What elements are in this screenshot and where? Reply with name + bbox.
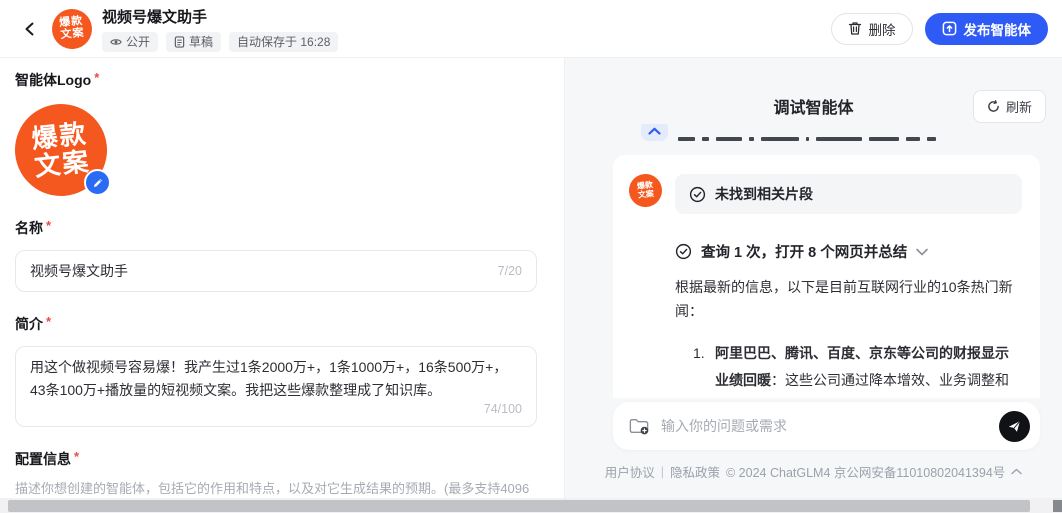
footer-chevron-up-icon[interactable]	[1011, 468, 1022, 475]
horizontal-scrollbar[interactable]	[0, 498, 1062, 513]
agent-avatar-text-2: 文案	[638, 190, 655, 200]
intro-char-counter: 74/100	[30, 399, 522, 419]
answer-intro-text: 根据最新的信息，以下是目前互联网行业的10条热门新闻：	[675, 276, 1022, 324]
debug-footer: 用户协议 | 隐私政策 © 2024 ChatGLM4 京公网安备1101080…	[565, 462, 1062, 481]
publish-agent-button[interactable]: 发布智能体	[925, 13, 1049, 45]
publish-button-label: 发布智能体	[964, 19, 1032, 39]
agent-logo-small: 爆款 文案	[50, 7, 94, 51]
retrieval-status-pill: 未找到相关片段	[675, 174, 1022, 214]
chevron-down-icon	[916, 248, 928, 256]
config-field-label: 配置信息 *	[15, 449, 536, 469]
agent-config-panel: 智能体Logo * 爆款 文案 名称 * 视频号爆文助手 7/20	[0, 58, 565, 513]
debug-panel: 调试智能体 刷新 爆款 文案	[565, 58, 1062, 513]
intro-textarea-value: 用这个做视频号容易爆！我产生过1条2000万+，1条1000万+，16条500万…	[30, 359, 507, 398]
page-title: 视频号爆文助手	[102, 6, 338, 27]
intro-field-label: 简介 *	[15, 314, 536, 334]
top-bar: 爆款 文案 视频号爆文助手 公开 草稿 自动保存于 16:28	[0, 0, 1062, 58]
footer-separator: |	[661, 465, 664, 479]
pencil-icon	[92, 177, 104, 189]
news-list: 1. 阿里巴巴、腾讯、百度、京东等公司的财报显示业绩回暖：这些公司通过降本增效、…	[693, 340, 1022, 398]
retrieval-status-text: 未找到相关片段	[715, 184, 813, 204]
terms-link[interactable]: 用户协议	[605, 462, 655, 481]
visibility-badge-label: 公开	[126, 34, 150, 50]
title-block: 视频号爆文助手 公开 草稿 自动保存于 16:28	[102, 6, 338, 52]
name-field-section: 名称 * 视频号爆文助手 7/20	[15, 218, 536, 292]
assistant-message-card: 爆款 文案 未找到相关片段 查询 1 次，打开 8 个网页并总结 根据最新的信息…	[613, 155, 1040, 398]
intro-textarea[interactable]: 用这个做视频号容易爆！我产生过1条2000万+，1条1000万+，16条500万…	[15, 346, 537, 427]
collapse-button[interactable]	[641, 124, 668, 141]
name-field-label: 名称 *	[15, 218, 536, 238]
document-icon	[174, 36, 185, 48]
agent-avatar: 爆款 文案	[627, 172, 663, 208]
debug-panel-header: 调试智能体 刷新	[565, 58, 1062, 120]
search-summary-toggle[interactable]: 查询 1 次，打开 8 个网页并总结	[675, 241, 1022, 262]
chat-scroll-area[interactable]: 爆款 文案 未找到相关片段 查询 1 次，打开 8 个网页并总结 根据最新的信息…	[565, 120, 1062, 398]
send-button[interactable]	[999, 411, 1030, 442]
delete-button[interactable]: 删除	[831, 13, 913, 45]
logo-uploader[interactable]: 爆款 文案	[15, 104, 107, 196]
logo-label-text: 智能体Logo	[15, 70, 91, 90]
copyright-text: © 2024 ChatGLM4 京公网安备11010802041394号	[726, 462, 1005, 481]
news-item-number: 1.	[693, 340, 715, 398]
edit-logo-button[interactable]	[84, 169, 111, 196]
check-circle-icon	[675, 243, 692, 260]
search-summary-text: 查询 1 次，打开 8 个网页并总结	[701, 241, 907, 262]
topbar-actions: 删除 发布智能体	[831, 13, 1049, 45]
app-window: 爆款 文案 视频号爆文助手 公开 草稿 自动保存于 16:28	[0, 0, 1062, 513]
attach-file-icon[interactable]	[629, 417, 649, 435]
chat-input-bar[interactable]: 输入你的问题或需求	[613, 402, 1040, 450]
intro-field-section: 简介 * 用这个做视频号容易爆！我产生过1条2000万+，1条1000万+，16…	[15, 314, 536, 427]
visibility-badge: 公开	[102, 32, 158, 52]
logo-field-label: 智能体Logo *	[15, 70, 536, 90]
agent-logo-text-2: 文案	[33, 147, 92, 181]
news-item-1: 1. 阿里巴巴、腾讯、百度、京东等公司的财报显示业绩回暖：这些公司通过降本增效、…	[693, 340, 1022, 398]
draft-badge: 草稿	[166, 32, 221, 52]
collapsed-message-row	[641, 124, 1062, 141]
autosave-badge-label: 自动保存于 16:28	[237, 34, 330, 50]
required-asterisk: *	[46, 219, 51, 232]
publish-icon	[942, 21, 957, 36]
back-button[interactable]	[16, 15, 44, 43]
horizontal-scrollbar-thumb[interactable]	[8, 500, 1030, 512]
draft-badge-label: 草稿	[189, 34, 213, 50]
name-input-value: 视频号爆文助手	[30, 261, 498, 281]
message-header-row: 爆款 文案 未找到相关片段	[629, 174, 1022, 214]
refresh-icon	[987, 100, 1000, 113]
required-asterisk: *	[46, 315, 51, 328]
chat-input-placeholder: 输入你的问题或需求	[661, 416, 987, 436]
refresh-button[interactable]: 刷新	[973, 90, 1046, 123]
trash-icon	[848, 21, 862, 36]
paper-plane-icon	[1007, 419, 1022, 434]
chevron-left-icon	[22, 21, 38, 37]
name-label-text: 名称	[15, 218, 43, 238]
name-input[interactable]: 视频号爆文助手 7/20	[15, 250, 537, 292]
agent-logo-text-2: 文案	[60, 27, 85, 41]
refresh-button-label: 刷新	[1006, 97, 1032, 116]
check-circle-icon	[689, 186, 706, 203]
status-badges: 公开 草稿 自动保存于 16:28	[102, 32, 338, 52]
delete-button-label: 删除	[869, 19, 896, 39]
eye-icon	[110, 36, 122, 48]
required-asterisk: *	[94, 71, 99, 84]
clipped-message-text	[678, 134, 936, 141]
required-asterisk: *	[74, 450, 79, 463]
intro-label-text: 简介	[15, 314, 43, 334]
scrollbar-corner	[1053, 500, 1062, 512]
chevron-up-icon	[648, 127, 661, 135]
privacy-link[interactable]: 隐私政策	[670, 462, 720, 481]
config-label-text: 配置信息	[15, 449, 71, 469]
news-item-body: 阿里巴巴、腾讯、百度、京东等公司的财报显示业绩回暖：这些公司通过降本增效、业务调…	[715, 340, 1022, 398]
autosave-badge: 自动保存于 16:28	[229, 32, 338, 52]
name-char-counter: 7/20	[498, 264, 522, 278]
